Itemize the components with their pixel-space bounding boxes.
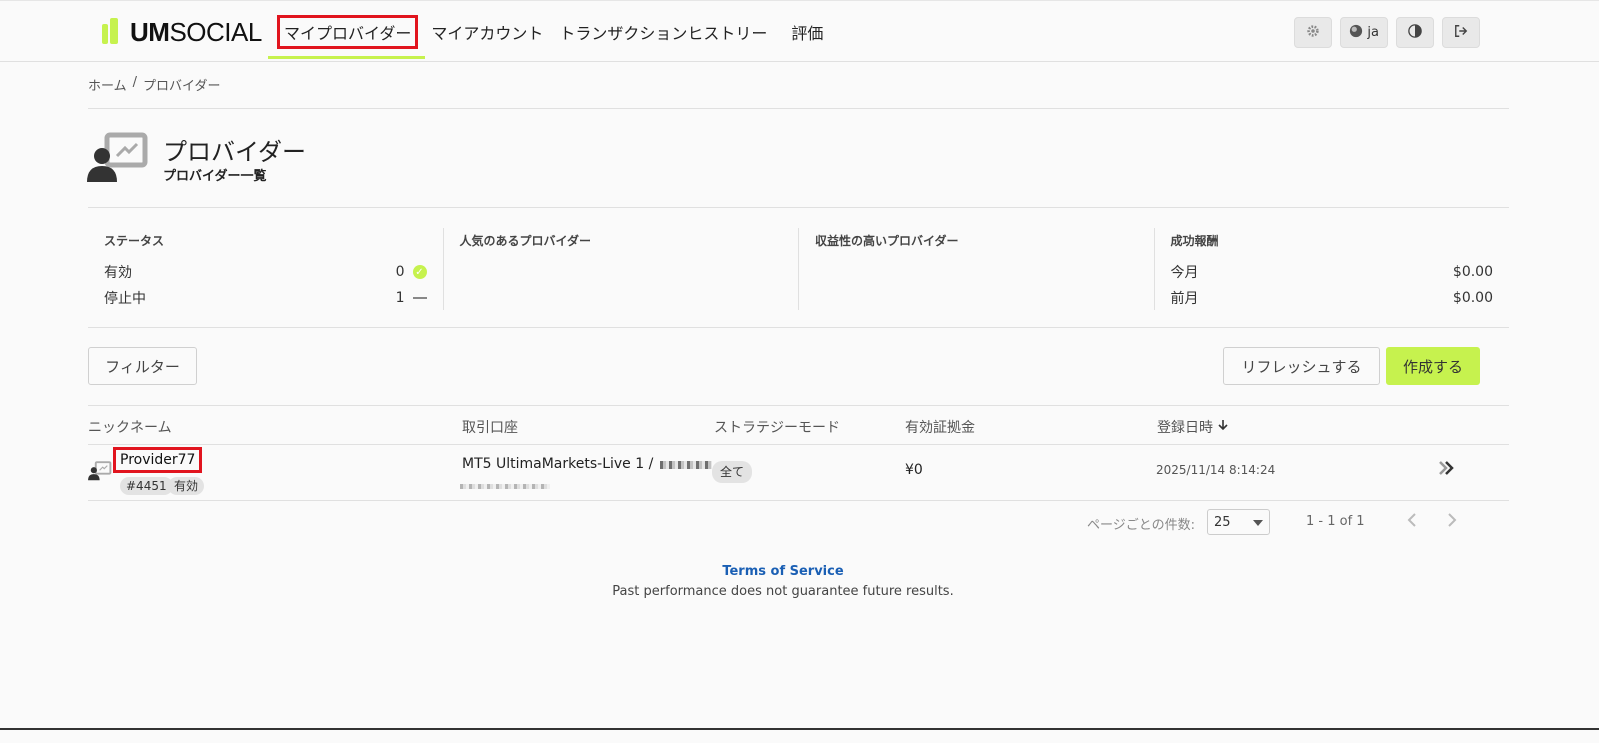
stat-popular: 人気のあるプロバイダー: [444, 228, 799, 310]
disclaimer-text: Past performance does not guarantee futu…: [612, 584, 954, 599]
stat-stopped-row: 停止中 1: [104, 285, 427, 311]
stat-stopped-label: 停止中: [104, 291, 146, 307]
prev-page-button[interactable]: [1406, 512, 1418, 533]
divider: [88, 108, 1509, 109]
row-open-icon[interactable]: [1438, 460, 1456, 481]
stat-last-month-value: $0.00: [1452, 290, 1493, 306]
language-label: ja: [1367, 25, 1379, 40]
trading-account: MT5 UltimaMarkets-Live 1 /: [462, 456, 654, 472]
col-registered-label: 登録日時: [1157, 420, 1213, 436]
contrast-icon: [1408, 23, 1422, 42]
provider-icon: [87, 132, 149, 184]
col-strategy[interactable]: ストラテジーモード: [714, 417, 840, 437]
dash-icon: [412, 297, 427, 299]
nav-ratings[interactable]: 評価: [783, 1, 831, 63]
stat-reward-heading: 成功報酬: [1170, 234, 1219, 248]
logo-mark-icon: [102, 18, 124, 46]
nav-tools: ja: [1294, 17, 1480, 48]
stat-status-heading: ステータス: [104, 234, 165, 248]
strategy-mode-badge: 全て: [712, 461, 753, 483]
nav-transaction-history-label: トランザクションヒストリー: [559, 24, 768, 43]
stat-stopped-count: 1: [395, 290, 405, 306]
stat-active-row: 有効 0 ✓: [104, 259, 427, 285]
divider: [88, 444, 1509, 445]
divider: [88, 207, 1509, 208]
main-nav: マイプロバイダー マイアカウント トランザクションヒストリー 評価: [267, 1, 831, 63]
stat-last-month-label: 前月: [1170, 291, 1199, 307]
page-range: 1 - 1 of 1: [1306, 514, 1365, 529]
logout-button[interactable]: [1442, 17, 1480, 48]
redacted-account-line: [460, 484, 550, 489]
status-badge: 有効: [168, 477, 205, 495]
caret-down-icon: [1253, 515, 1263, 530]
logout-icon: [1454, 24, 1468, 42]
breadcrumb-home[interactable]: ホーム: [88, 75, 127, 94]
divider: [88, 327, 1509, 328]
nav-my-providers[interactable]: マイプロバイダー: [267, 1, 426, 63]
chevron-right-icon: [1446, 512, 1458, 533]
window-bottom-edge: [0, 728, 1599, 743]
nav-my-account-label: マイアカウント: [431, 24, 544, 43]
breadcrumb-separator: /: [132, 75, 138, 90]
stat-status: ステータス 有効 0 ✓ 停止中 1: [88, 228, 444, 310]
stat-last-month-row: 前月 $0.00: [1171, 285, 1494, 311]
page-title: プロバイダー: [163, 138, 307, 166]
page-subtitle: プロバイダー一覧: [163, 169, 267, 184]
stat-profitable: 収益性の高いプロバイダー: [799, 228, 1155, 310]
nav-transaction-history[interactable]: トランザクションヒストリー: [551, 1, 775, 63]
provider-id-badge: #4451: [120, 477, 173, 495]
top-navbar: UMSOCIAL マイプロバイダー マイアカウント トランザクションヒストリー …: [0, 0, 1599, 62]
logo-text: UMSOCIAL: [130, 16, 262, 47]
per-page-label: ページごとの件数:: [1087, 518, 1195, 533]
nav-my-account[interactable]: マイアカウント: [423, 1, 551, 63]
sort-down-icon: [1217, 419, 1229, 435]
terms-of-service-link[interactable]: Terms of Service: [0, 564, 1566, 579]
col-registered[interactable]: 登録日時: [1157, 417, 1229, 437]
per-page-value: 25: [1214, 514, 1231, 530]
stat-reward: 成功報酬 今月 $0.00 前月 $0.00: [1155, 228, 1510, 310]
create-button[interactable]: 作成する: [1386, 347, 1480, 385]
registered-date: 2025/11/14 8:14:24: [1156, 463, 1276, 477]
col-account[interactable]: 取引口座: [462, 417, 518, 437]
redacted-account-id: [660, 461, 712, 469]
stat-active-label: 有効: [104, 265, 132, 281]
filter-button[interactable]: フィルター: [88, 347, 197, 385]
table-row[interactable]: Provider77 #4451 有効 MT5 UltimaMarkets-Li…: [88, 446, 1509, 501]
per-page-select[interactable]: 25: [1207, 509, 1270, 535]
stat-popular-heading: 人気のあるプロバイダー: [459, 234, 592, 248]
breadcrumb-current: プロバイダー: [143, 79, 221, 94]
brand-logo[interactable]: UMSOCIAL: [102, 17, 262, 47]
stat-this-month-value: $0.00: [1452, 264, 1493, 280]
check-icon: ✓: [412, 265, 427, 279]
breadcrumb: ホーム / プロバイダー: [88, 75, 221, 94]
theme-toggle-button[interactable]: [1396, 17, 1434, 48]
stat-profitable-heading: 収益性の高いプロバイダー: [815, 234, 959, 248]
refresh-button[interactable]: リフレッシュする: [1223, 347, 1380, 385]
language-button[interactable]: ja: [1340, 17, 1388, 48]
globe-icon: [1349, 24, 1363, 42]
nav-my-providers-label: マイプロバイダー: [276, 15, 419, 49]
stat-active-count: 0: [395, 264, 405, 280]
equity-value: ¥0: [905, 462, 923, 478]
col-nickname[interactable]: ニックネーム: [88, 417, 172, 437]
provider-nickname[interactable]: Provider77: [112, 447, 203, 473]
gear-icon: [1306, 24, 1320, 42]
col-margin[interactable]: 有効証拠金: [905, 417, 975, 437]
settings-button[interactable]: [1294, 17, 1333, 48]
stat-this-month-label: 今月: [1170, 265, 1199, 281]
provider-row-icon: [88, 461, 112, 481]
divider: [88, 405, 1509, 406]
next-page-button[interactable]: [1446, 512, 1458, 533]
chevron-left-icon: [1406, 512, 1418, 533]
stat-this-month-row: 今月 $0.00: [1171, 259, 1494, 285]
nav-ratings-label: 評価: [791, 24, 824, 43]
stats-panel: ステータス 有効 0 ✓ 停止中 1 人気のあるプロバイダー 収益性の高いプロバイ…: [88, 228, 1509, 310]
